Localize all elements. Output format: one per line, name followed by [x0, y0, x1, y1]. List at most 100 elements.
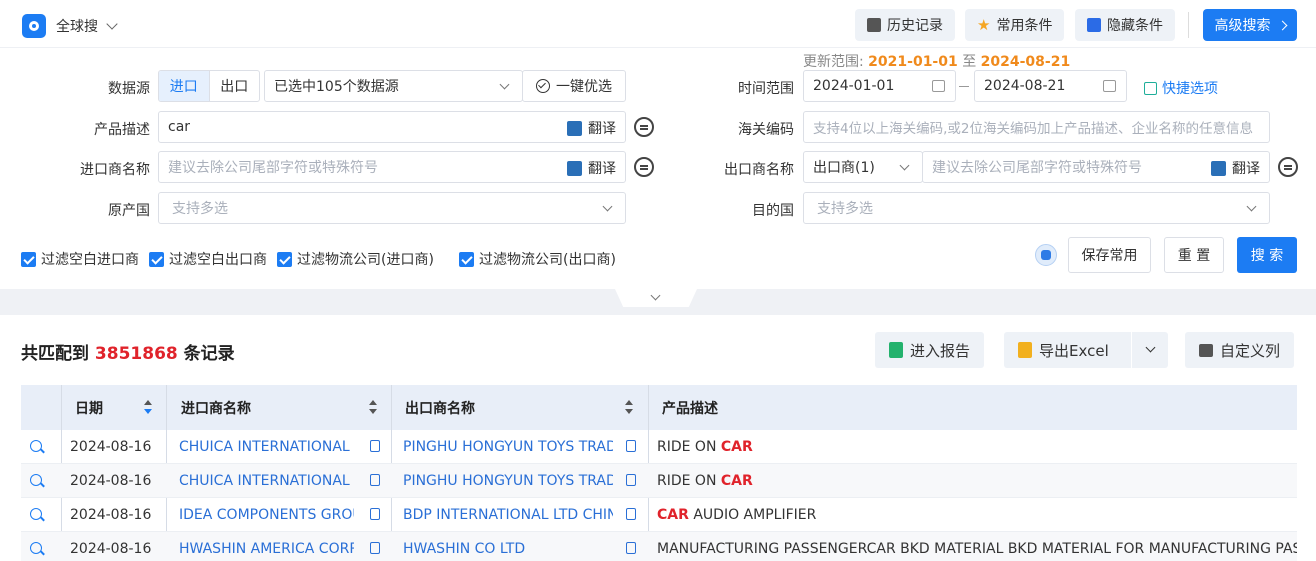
ai-assist-icon[interactable] [634, 117, 654, 137]
history-button[interactable]: 历史记录 [855, 9, 955, 41]
scope-selector[interactable]: 全球搜 [22, 14, 118, 38]
ai-assist-icon[interactable] [1278, 157, 1298, 177]
advanced-search-label: 高级搜索 [1214, 18, 1271, 34]
results-table: 日期 进口商名称 出口商名称 产品描述 2024-08-16 CHUICA IN… [21, 385, 1297, 561]
sort-desc-icon[interactable] [625, 409, 633, 414]
description-cell: CAR AUDIO AMPLIFIER [657, 498, 1297, 531]
search-detail-icon[interactable] [30, 440, 42, 452]
time-range-label: 时间范围 [738, 81, 794, 97]
filter-blank-importer-checkbox[interactable]: 过滤空白进口商 [21, 249, 139, 269]
export-tab[interactable]: 出口 [208, 71, 260, 101]
copy-icon[interactable] [370, 440, 380, 452]
copy-icon[interactable] [626, 542, 636, 554]
sort-asc-icon[interactable] [369, 400, 377, 405]
product-value: car [168, 119, 191, 135]
copy-icon[interactable] [370, 542, 380, 554]
export-options-dropdown[interactable] [1131, 332, 1168, 368]
column-header-exporter[interactable]: 出口商名称 [405, 385, 475, 430]
copy-icon[interactable] [626, 440, 636, 452]
collapse-toggle[interactable] [615, 289, 697, 307]
chevron-right-icon [1277, 20, 1287, 30]
destination-label: 目的国 [752, 203, 794, 219]
filter-label: 过滤物流公司(进口商) [297, 252, 434, 268]
checkbox-checked-icon [459, 251, 474, 267]
save-common-button[interactable]: 保存常用 [1068, 237, 1151, 273]
exporter-link[interactable]: HWASHIN CO LTD [403, 532, 613, 561]
importer-link[interactable]: CHUICA INTERNATIONAL I [179, 430, 354, 463]
product-input[interactable]: car 翻译 [158, 111, 626, 143]
exporter-link[interactable]: PINGHU HONGYUN TOYS TRAD [403, 464, 613, 497]
column-header-date[interactable]: 日期 [75, 385, 103, 430]
report-icon [889, 342, 903, 358]
sort-asc-icon[interactable] [625, 400, 633, 405]
copy-icon[interactable] [626, 474, 636, 486]
destination-placeholder: 支持多选 [817, 201, 873, 217]
quick-options-link[interactable]: 快捷选项 [1144, 78, 1218, 98]
copy-icon[interactable] [626, 508, 636, 520]
one-click-optimize-button[interactable]: 一键优选 [522, 70, 626, 102]
import-tab[interactable]: 进口 [159, 71, 209, 101]
exporter-placeholder: 建议去除公司尾部字符或特殊符号 [932, 160, 1142, 176]
description-text: AUDIO AMPLIFIER [688, 506, 817, 523]
checkbox-checked-icon [277, 251, 292, 267]
origin-select[interactable]: 支持多选 [158, 192, 626, 224]
date-end-input[interactable]: 2024-08-21 [974, 70, 1127, 102]
product-label: 产品描述 [94, 122, 150, 138]
table-row: 2024-08-16 HWASHIN AMERICA CORP HWASHIN … [21, 532, 1297, 561]
date-start-input[interactable]: 2024-01-01 [803, 70, 956, 102]
importer-link[interactable]: HWASHIN AMERICA CORP [179, 532, 354, 561]
assistant-icon[interactable] [1035, 244, 1057, 266]
sort-asc-icon[interactable] [144, 400, 152, 405]
chevron-down-icon [602, 201, 613, 212]
filter-logistics-importer-checkbox[interactable]: 过滤物流公司(进口商) [277, 249, 434, 269]
advanced-search-button[interactable]: 高级搜索 [1203, 9, 1297, 41]
enter-report-button[interactable]: 进入报告 [875, 332, 985, 368]
translate-button[interactable]: 翻译 [567, 118, 616, 138]
filter-blank-exporter-checkbox[interactable]: 过滤空白出口商 [149, 249, 267, 269]
translate-button[interactable]: 翻译 [567, 158, 616, 178]
scope-label: 全球搜 [56, 19, 98, 35]
translate-icon [1211, 160, 1226, 176]
hide-conditions-button[interactable]: 隐藏条件 [1075, 9, 1175, 41]
export-excel-label: 导出Excel [1039, 341, 1109, 360]
importer-link[interactable]: IDEA COMPONENTS GROU [179, 498, 354, 531]
calendar-icon [1103, 80, 1116, 92]
filter-logistics-exporter-checkbox[interactable]: 过滤物流公司(出口商) [459, 249, 616, 269]
custom-columns-button[interactable]: 自定义列 [1185, 332, 1295, 368]
sort-desc-icon[interactable] [144, 409, 152, 414]
origin-label: 原产国 [108, 203, 150, 219]
export-excel-button[interactable]: 导出Excel [1004, 332, 1131, 368]
ai-assist-icon[interactable] [634, 157, 654, 177]
table-row: 2024-08-16 IDEA COMPONENTS GROU BDP INTE… [21, 498, 1297, 532]
datasource-select[interactable]: 已选中105个数据源 [264, 70, 523, 102]
search-detail-icon[interactable] [30, 474, 42, 486]
exporter-input[interactable]: 建议去除公司尾部字符或特殊符号 翻译 [922, 151, 1270, 183]
exporter-link[interactable]: PINGHU HONGYUN TOYS TRAD [403, 430, 613, 463]
sort-desc-icon[interactable] [369, 409, 377, 414]
search-detail-icon[interactable] [30, 542, 42, 554]
update-range-prefix: 更新范围: [803, 54, 864, 70]
search-detail-icon[interactable] [30, 508, 42, 520]
update-range-end: 2024-08-21 [980, 54, 1071, 70]
copy-icon[interactable] [370, 508, 380, 520]
destination-select[interactable]: 支持多选 [803, 192, 1270, 224]
exporter-link[interactable]: BDP INTERNATIONAL LTD CHIN [403, 498, 613, 531]
column-header-description[interactable]: 产品描述 [662, 385, 718, 430]
search-button[interactable]: 搜 索 [1237, 237, 1297, 273]
keyword-highlight: CAR [720, 438, 753, 455]
copy-icon[interactable] [370, 474, 380, 486]
hs-code-placeholder: 支持4位以上海关编码,或2位海关编码加上产品描述、企业名称的任意信息 [813, 121, 1253, 137]
description-text: RIDE ON [657, 472, 721, 489]
description-text: MANUFACTURING PASSENGERCAR BKD MATERIAL … [657, 540, 1297, 557]
importer-input[interactable]: 建议去除公司尾部字符或特殊符号 翻译 [158, 151, 626, 183]
column-header-importer[interactable]: 进口商名称 [181, 385, 251, 430]
hs-code-input[interactable]: 支持4位以上海关编码,或2位海关编码加上产品描述、企业名称的任意信息 [803, 111, 1270, 143]
importer-link[interactable]: CHUICA INTERNATIONAL I [179, 464, 354, 497]
date-range-dash [959, 86, 969, 87]
reset-button[interactable]: 重 置 [1164, 237, 1224, 273]
common-conditions-button[interactable]: ★ 常用条件 [965, 9, 1065, 41]
description-cell: MANUFACTURING PASSENGERCAR BKD MATERIAL … [657, 532, 1297, 561]
exporter-type-select[interactable]: 出口商(1) [803, 151, 923, 183]
translate-button[interactable]: 翻译 [1211, 158, 1260, 178]
update-range-sep: 至 [962, 54, 977, 70]
